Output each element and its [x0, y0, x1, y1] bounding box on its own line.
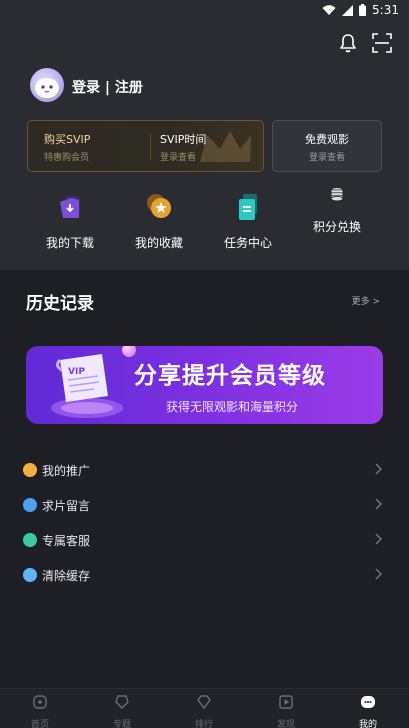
- crown-decoration-icon: [200, 131, 251, 162]
- rank-icon: [197, 695, 211, 710]
- svip-card[interactable]: 购买SVIP 特惠购会员 SVIP时间 登录查看: [27, 120, 264, 172]
- divider: [150, 133, 151, 160]
- history-title: 历史记录: [26, 294, 94, 314]
- buy-svip-title: 购买SVIP: [44, 133, 91, 146]
- favorite-icon: [147, 194, 171, 218]
- menu-item-clear-cache[interactable]: 清除缓存: [0, 557, 409, 592]
- free-viewing-subtitle: 登录查看: [308, 153, 345, 163]
- menu-item-request[interactable]: 求片留言: [0, 487, 409, 522]
- menu-label: 我的推广: [42, 464, 91, 478]
- shortcut-favorites[interactable]: 我的收藏: [119, 192, 199, 251]
- free-viewing-title: 免费观影: [305, 133, 349, 146]
- history-more-link[interactable]: 更多 >: [352, 294, 380, 307]
- menu-item-support[interactable]: 专属客服: [0, 522, 409, 557]
- main-content: 历史记录 更多 > VIP 分享提升会员等级 获得无限观影和海量积分 我的推广 …: [0, 276, 409, 688]
- menu-item-promotion[interactable]: 我的推广: [0, 452, 409, 487]
- tab-label: 发现: [276, 720, 295, 728]
- share-banner[interactable]: VIP 分享提升会员等级 获得无限观影和海量积分: [26, 346, 383, 424]
- points-icon: [330, 187, 344, 202]
- chevron-right-icon: [375, 568, 383, 580]
- bell-icon[interactable]: [337, 32, 359, 54]
- shortcut-label: 我的收藏: [134, 236, 183, 250]
- avatar[interactable]: [30, 68, 64, 102]
- vip-badge-text: VIP: [68, 367, 85, 377]
- tab-label: 我的: [358, 720, 377, 728]
- status-time: 5:31: [372, 3, 399, 17]
- tab-discover[interactable]: 发现: [256, 694, 316, 728]
- task-icon: [239, 194, 257, 220]
- promotion-icon: [23, 463, 37, 477]
- shortcut-download[interactable]: 我的下载: [30, 192, 110, 251]
- menu-label: 清除缓存: [42, 569, 91, 583]
- profile-icon: [361, 696, 375, 708]
- tab-topic[interactable]: 专题: [92, 694, 152, 728]
- shortcut-label: 任务中心: [223, 236, 272, 250]
- banner-subtitle: 获得无限观影和海量积分: [166, 400, 299, 414]
- free-viewing-card[interactable]: 免费观影 登录查看: [272, 120, 382, 172]
- status-bar: 5:31: [0, 0, 409, 20]
- message-icon: [23, 498, 37, 512]
- menu-label: 专属客服: [42, 534, 91, 548]
- tab-rank[interactable]: 排行: [174, 694, 234, 728]
- menu-label: 求片留言: [42, 499, 91, 513]
- tab-home[interactable]: 首页: [10, 694, 70, 728]
- tab-label: 专题: [112, 720, 131, 728]
- chevron-right-icon: [375, 533, 383, 545]
- cache-icon: [23, 568, 37, 582]
- banner-title: 分享提升会员等级: [134, 363, 326, 389]
- profile-header: 登录 | 注册 购买SVIP 特惠购会员 SVIP时间 登录查看 免费观影 登录…: [0, 20, 409, 270]
- chevron-right-icon: [375, 463, 383, 475]
- discover-icon: [279, 695, 293, 709]
- support-icon: [23, 533, 37, 547]
- tab-profile[interactable]: 我的: [338, 694, 398, 728]
- login-register-link[interactable]: 登录 | 注册: [72, 77, 143, 97]
- download-icon: [60, 196, 80, 218]
- scan-icon[interactable]: [371, 32, 393, 54]
- shortcut-tasks[interactable]: 任务中心: [208, 192, 288, 251]
- wifi-icon: [322, 4, 336, 15]
- avatar-face-icon: [35, 78, 59, 98]
- vip-scroll-icon: VIP: [51, 354, 123, 418]
- signal-icon: [342, 4, 354, 16]
- tab-label: 首页: [30, 720, 49, 728]
- shortcut-grid: 我的下载 我的收藏 任务中心 积分兑换: [0, 187, 409, 252]
- shortcut-label: 积分兑换: [312, 220, 361, 234]
- home-icon: [33, 695, 47, 709]
- buy-svip-subtitle: 特惠购会员: [44, 153, 90, 163]
- shortcut-points[interactable]: 积分兑换: [297, 184, 377, 235]
- bottom-tab-bar: 首页 专题 排行 发现 我的: [0, 688, 409, 728]
- tab-label: 排行: [194, 720, 213, 728]
- chevron-right-icon: [375, 498, 383, 510]
- battery-icon: [359, 4, 367, 16]
- topic-icon: [115, 695, 129, 709]
- shortcut-label: 我的下载: [45, 236, 94, 250]
